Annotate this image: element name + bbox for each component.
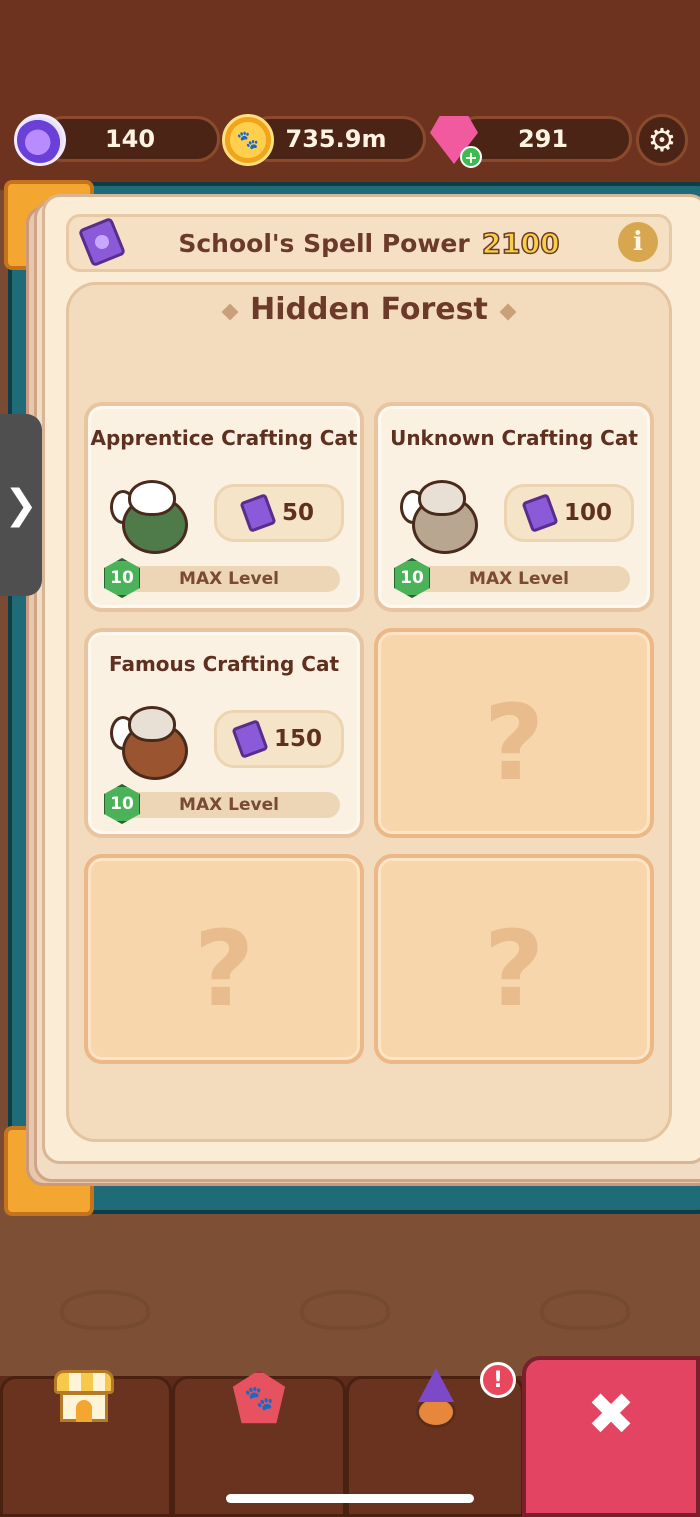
level-label: MAX Level	[179, 795, 279, 815]
level-number: 10	[110, 568, 134, 588]
level-number: 10	[110, 794, 134, 814]
cat-name: Apprentice Crafting Cat	[90, 426, 358, 450]
potion-amount: 140	[104, 125, 156, 153]
level-label: MAX Level	[179, 569, 279, 589]
level-label: MAX Level	[469, 569, 569, 589]
spell-cost: 100	[504, 484, 634, 542]
level-bar: MAX Level	[118, 792, 340, 818]
level-badge: 10	[104, 558, 140, 598]
coin-amount: 735.9m	[285, 125, 387, 153]
question-mark-icon: ?	[193, 908, 255, 1030]
home-indicator[interactable]	[226, 1494, 474, 1503]
cat-card-apprentice[interactable]: Apprentice Crafting Cat 50 MAX Level 10	[84, 402, 364, 612]
plus-icon: +	[464, 147, 478, 167]
hat-decoration	[60, 1290, 150, 1330]
level-bar: MAX Level	[408, 566, 630, 592]
cat-card-famous[interactable]: Famous Crafting Cat 150 MAX Level 10	[84, 628, 364, 838]
cost-value: 150	[273, 726, 322, 752]
level-badge: 10	[394, 558, 430, 598]
cat-portrait-icon	[110, 698, 196, 782]
paw-glyph: 🐾	[244, 1384, 274, 1412]
spell-power-bar: School's Spell Power 2100	[66, 214, 672, 272]
cat-name: Famous Crafting Cat	[108, 652, 340, 676]
alert-badge: !	[480, 1362, 516, 1398]
potion-icon	[14, 114, 66, 166]
locked-cat-card[interactable]: ?	[374, 628, 654, 838]
cost-value: 50	[281, 500, 314, 526]
spell-power-value: 2100	[481, 226, 560, 261]
close-icon: ✖	[586, 1380, 636, 1448]
exclamation-icon: !	[492, 1367, 504, 1393]
shop-icon	[54, 1370, 114, 1424]
spell-book-icon	[521, 493, 559, 533]
settings-button[interactable]: ⚙	[636, 114, 688, 166]
chevron-right-icon: ❯	[4, 482, 38, 528]
gem-amount: 291	[517, 125, 569, 153]
cat-name: Unknown Crafting Cat	[390, 426, 638, 450]
hat-decoration	[300, 1290, 390, 1330]
level-badge: 10	[104, 784, 140, 824]
spell-cost: 150	[214, 710, 344, 768]
cost-value: 100	[563, 500, 612, 526]
level-bar: MAX Level	[118, 566, 340, 592]
cat-portrait-icon	[400, 472, 486, 556]
level-number: 10	[400, 568, 424, 588]
cat-portrait-icon	[110, 472, 196, 556]
question-mark-icon: ?	[483, 682, 545, 804]
spell-cost: 50	[214, 484, 344, 542]
gear-icon: ⚙	[647, 121, 677, 159]
info-button[interactable]: i	[618, 222, 658, 262]
hat-decoration	[540, 1290, 630, 1330]
spell-power-label: School's Spell Power	[178, 228, 470, 258]
locked-cat-card[interactable]: ?	[374, 854, 654, 1064]
spell-book-icon	[231, 719, 269, 759]
info-icon: i	[633, 227, 643, 257]
locked-cat-card[interactable]: ?	[84, 854, 364, 1064]
add-gems-button[interactable]: +	[460, 146, 482, 168]
spell-book-icon	[239, 493, 277, 533]
wizard-cat-icon	[404, 1368, 466, 1430]
coin-paw-glyph: 🐾	[236, 129, 260, 151]
potion-counter[interactable]: 140	[40, 116, 220, 162]
close-button[interactable]: ✖	[522, 1356, 700, 1517]
cat-card-unknown[interactable]: Unknown Crafting Cat 100 MAX Level 10	[374, 402, 654, 612]
section-title: Hidden Forest	[250, 292, 488, 327]
side-panel-toggle[interactable]: ❯	[0, 414, 42, 596]
question-mark-icon: ?	[483, 908, 545, 1030]
coin-icon: 🐾	[222, 114, 274, 166]
